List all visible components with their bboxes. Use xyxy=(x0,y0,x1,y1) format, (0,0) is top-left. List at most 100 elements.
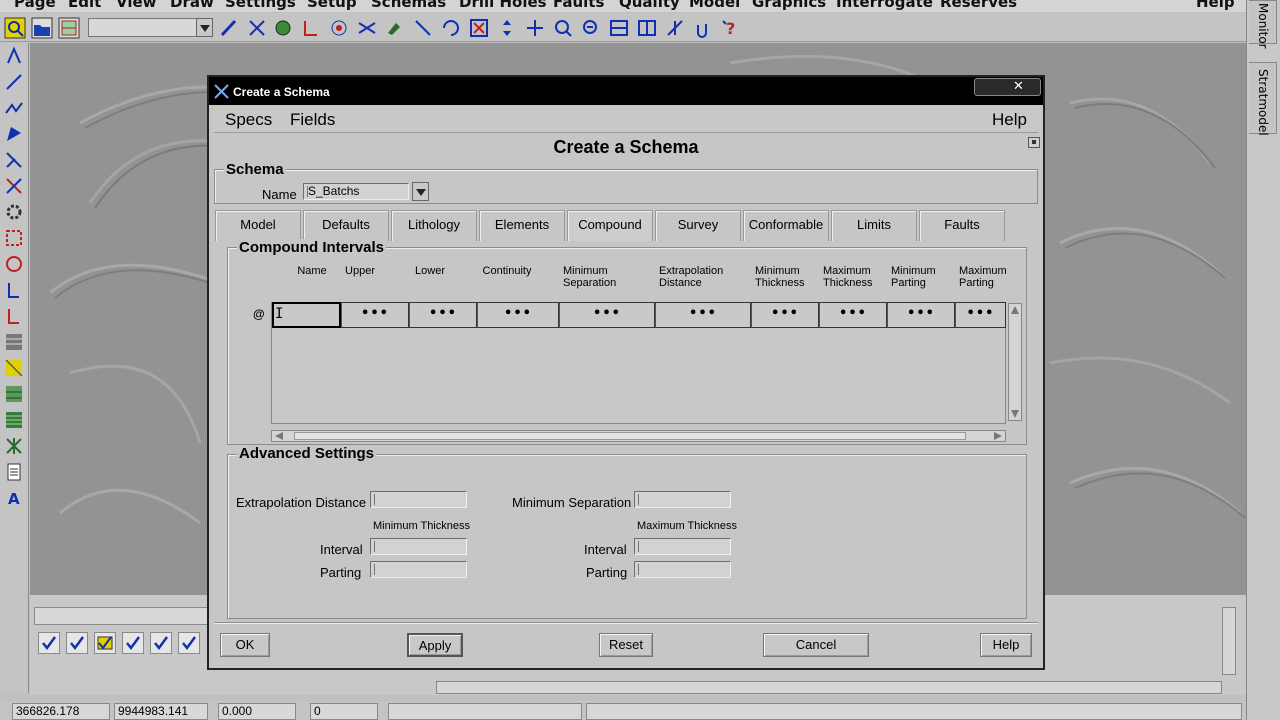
polyline-icon[interactable] xyxy=(3,97,25,119)
cell-maximum-thickness-picker[interactable]: ••• xyxy=(819,302,887,328)
check-icon[interactable] xyxy=(150,632,172,654)
menu-specs[interactable]: Specs xyxy=(225,110,272,130)
menu-settings[interactable]: Settings xyxy=(225,0,296,11)
tab-conformable[interactable]: Conformable xyxy=(743,210,829,241)
polygon-icon[interactable] xyxy=(3,123,25,145)
canvas-horizontal-scrollbar[interactable] xyxy=(436,681,1222,694)
texture-icon[interactable] xyxy=(3,331,25,353)
check-icon[interactable] xyxy=(66,632,88,654)
cell-extrapolation-distance-picker[interactable]: ••• xyxy=(655,302,751,328)
ok-button[interactable]: OK xyxy=(220,633,270,657)
menu-dialog-help[interactable]: Help xyxy=(992,110,1027,130)
menu-drill-holes[interactable]: Drill Holes xyxy=(459,0,547,11)
table-vertical-scrollbar[interactable] xyxy=(1008,303,1022,421)
scroll-down-icon[interactable] xyxy=(1011,410,1019,418)
cell-lower-picker[interactable]: ••• xyxy=(409,302,477,328)
text-tool-icon[interactable]: A xyxy=(3,487,25,509)
edit-tool-icon[interactable] xyxy=(384,17,406,39)
combo-dropdown-icon[interactable] xyxy=(196,18,213,37)
angle-tool-icon[interactable] xyxy=(300,17,322,39)
menu-graphics[interactable]: Graphics xyxy=(752,0,826,11)
menu-edit[interactable]: Edit xyxy=(68,0,101,11)
menu-help[interactable]: Help xyxy=(1196,0,1235,11)
schema-name-dropdown-icon[interactable] xyxy=(412,182,429,201)
pan-icon[interactable] xyxy=(496,17,518,39)
tab-limits[interactable]: Limits xyxy=(831,210,917,241)
help-button[interactable]: Help xyxy=(980,633,1032,657)
dialog-title-bar[interactable]: Create a Schema ✕ xyxy=(209,77,1043,105)
check-icon[interactable] xyxy=(38,632,60,654)
cross-tool-icon[interactable] xyxy=(246,17,268,39)
digitize-icon[interactable] xyxy=(3,45,25,67)
tab-faults[interactable]: Faults xyxy=(919,210,1005,241)
corner-icon[interactable] xyxy=(3,279,25,301)
hatch-icon[interactable] xyxy=(3,383,25,405)
menu-faults[interactable]: Faults xyxy=(553,0,604,11)
rotate-tool-icon[interactable] xyxy=(440,17,462,39)
check-icon[interactable] xyxy=(178,632,200,654)
tab-lithology[interactable]: Lithology xyxy=(391,210,477,241)
tab-survey[interactable]: Survey xyxy=(655,210,741,241)
line-icon[interactable] xyxy=(3,71,25,93)
image-check-icon[interactable] xyxy=(94,632,116,654)
split-line-icon[interactable] xyxy=(3,149,25,171)
snap-icon[interactable] xyxy=(664,17,686,39)
horizontal-split-icon[interactable] xyxy=(608,17,630,39)
zoom-in-icon[interactable] xyxy=(552,17,574,39)
help-question-icon[interactable]: ? xyxy=(720,17,742,39)
close-button[interactable]: ✕ xyxy=(974,78,1041,96)
cell-minimum-parting-picker[interactable]: ••• xyxy=(887,302,955,328)
cell-minimum-thickness-picker[interactable]: ••• xyxy=(751,302,819,328)
gear-icon[interactable] xyxy=(3,201,25,223)
grid-tool-icon[interactable] xyxy=(58,17,80,39)
cancel-button[interactable]: Cancel xyxy=(763,633,869,657)
move-icon[interactable] xyxy=(524,17,546,39)
max-thickness-parting-input[interactable] xyxy=(634,561,731,578)
min-thickness-parting-input[interactable] xyxy=(370,561,467,578)
scroll-left-icon[interactable] xyxy=(275,432,283,440)
fit-window-icon[interactable] xyxy=(468,17,490,39)
point-tool-icon[interactable] xyxy=(328,17,350,39)
menu-interrogate[interactable]: Interrogate xyxy=(836,0,933,11)
cell-continuity-picker[interactable]: ••• xyxy=(477,302,559,328)
select-tool-icon[interactable] xyxy=(4,17,26,39)
scroll-right-icon[interactable] xyxy=(994,432,1002,440)
box-select-icon[interactable] xyxy=(3,227,25,249)
panel-vertical-scrollbar[interactable] xyxy=(1222,607,1236,675)
vertical-split-icon[interactable] xyxy=(636,17,658,39)
join-line-icon[interactable] xyxy=(3,175,25,197)
circle-select-icon[interactable] xyxy=(3,253,25,275)
menu-fields[interactable]: Fields xyxy=(290,110,335,130)
cell-minimum-separation-picker[interactable]: ••• xyxy=(559,302,655,328)
corner-red-icon[interactable] xyxy=(3,305,25,327)
tab-stratmodel[interactable]: Stratmodel xyxy=(1249,62,1277,136)
check-icon[interactable] xyxy=(122,632,144,654)
minimum-separation-input[interactable] xyxy=(634,491,731,508)
tab-elements[interactable]: Elements xyxy=(479,210,565,241)
pencil-icon[interactable] xyxy=(218,17,240,39)
menu-view[interactable]: View xyxy=(116,0,157,11)
tab-monitor[interactable]: Monitor xyxy=(1249,0,1277,49)
undo-icon[interactable] xyxy=(692,17,714,39)
menu-page[interactable]: Page xyxy=(14,0,56,11)
cell-upper-picker[interactable]: ••• xyxy=(341,302,409,328)
open-folder-icon[interactable] xyxy=(31,17,53,39)
tab-defaults[interactable]: Defaults xyxy=(303,210,389,241)
refresh-icon[interactable] xyxy=(272,17,294,39)
layer-combo[interactable] xyxy=(88,18,212,37)
tab-model[interactable]: Model xyxy=(215,210,301,241)
contour-icon[interactable] xyxy=(3,409,25,431)
table-horizontal-scrollbar[interactable] xyxy=(271,430,1006,442)
slash-tool-icon[interactable] xyxy=(412,17,434,39)
menu-setup[interactable]: Setup xyxy=(307,0,357,11)
document-icon[interactable] xyxy=(3,461,25,483)
menu-schemas[interactable]: Schemas xyxy=(371,0,446,11)
reset-button[interactable]: Reset xyxy=(599,633,653,657)
tab-compound[interactable]: Compound xyxy=(567,210,653,241)
zoom-out-icon[interactable] xyxy=(580,17,602,39)
pin-icon[interactable] xyxy=(1028,137,1040,148)
scroll-up-icon[interactable] xyxy=(1011,306,1019,314)
menu-reserves[interactable]: Reserves xyxy=(940,0,1017,11)
apply-button[interactable]: Apply xyxy=(407,633,463,657)
cell-maximum-parting-picker[interactable]: ••• xyxy=(955,302,1006,328)
